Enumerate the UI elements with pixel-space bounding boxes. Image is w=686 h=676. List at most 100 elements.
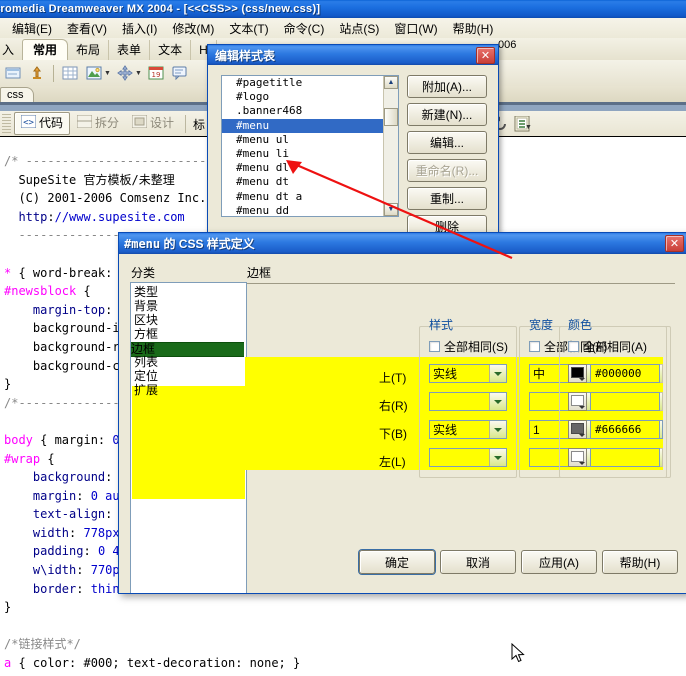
chevron-down-icon[interactable]: ▼ — [135, 70, 142, 77]
split-icon — [76, 114, 93, 132]
border-bottom-color-field[interactable]: #666666 — [590, 420, 660, 439]
menu-item-help[interactable]: 帮助(H) — [446, 19, 501, 38]
color-swatch-chip — [571, 423, 584, 434]
list-item[interactable]: #menu dd — [222, 204, 398, 216]
border-bottom-style-select[interactable]: 实线 — [429, 420, 507, 439]
date-icon[interactable]: 19 — [145, 63, 167, 84]
edit-style-sheet-title: 编辑样式表 — [215, 48, 276, 63]
document-tab-css[interactable]: css — [0, 87, 34, 102]
ok-button[interactable]: 确定 — [359, 550, 435, 574]
list-scrollbar[interactable]: ▲ ▼ — [383, 76, 398, 216]
list-item[interactable]: #pagetitle — [222, 76, 398, 90]
border-left-color-field[interactable] — [590, 448, 660, 467]
width-same-for-all-checkbox[interactable] — [529, 341, 540, 352]
list-item[interactable]: #logo — [222, 90, 398, 104]
media-icon[interactable] — [114, 63, 136, 84]
css-rule-titlebar: #menu 的 CSS 样式定义 ✕ — [119, 233, 686, 254]
image-icon[interactable] — [83, 63, 105, 84]
color-column-title: 颜色 — [568, 318, 593, 332]
apply-button[interactable]: 应用(A) — [521, 550, 597, 574]
style-same-for-all-checkbox[interactable] — [429, 341, 440, 352]
border-top-color-field[interactable]: #000000 — [590, 364, 660, 383]
category-item-block[interactable]: 区块 — [134, 314, 158, 327]
color-same-for-all-row[interactable]: 全部相同(A) — [568, 338, 647, 355]
chevron-up-icon[interactable]: ▲ — [384, 76, 398, 89]
table-icon[interactable] — [59, 63, 81, 84]
insert-tab-text[interactable]: 文本 — [150, 40, 192, 60]
border-right-color-swatch[interactable] — [568, 392, 587, 411]
anchor-icon[interactable] — [26, 63, 48, 84]
repaint-artifact-yellow-left — [132, 386, 245, 499]
menu-item-modify[interactable]: 修改(M) — [165, 19, 221, 38]
category-item-background[interactable]: 背景 — [134, 300, 158, 313]
list-item[interactable]: #menu dt — [222, 175, 398, 189]
list-item[interactable]: #menu dt a — [222, 190, 398, 204]
side-label-top: 上(T) — [379, 371, 407, 385]
close-icon[interactable]: ✕ — [665, 235, 684, 252]
chevron-down-icon[interactable] — [489, 449, 506, 466]
list-item[interactable]: .banner468 — [222, 104, 398, 118]
style-same-for-all-label: 全部相同(S) — [444, 340, 508, 354]
insert-tab-common[interactable]: 常用 — [22, 39, 69, 60]
view-button-code[interactable]: <> 代码 — [14, 112, 71, 135]
chevron-down-icon[interactable]: ▼ — [525, 124, 532, 131]
window-title: cromedia Dreamweaver MX 2004 - [<<CSS>> … — [0, 3, 321, 15]
toolbar-grip[interactable] — [2, 114, 11, 133]
attach-button[interactable]: 附加(A)... — [407, 75, 487, 98]
border-left-color-swatch[interactable] — [568, 448, 587, 467]
menu-item-file[interactable]: ( — [0, 20, 4, 36]
border-top-style-select[interactable]: 实线 — [429, 364, 507, 383]
menu-item-view[interactable]: 查看(V) — [60, 19, 114, 38]
view-button-design-label: 设计 — [150, 116, 175, 130]
chevron-down-icon[interactable] — [489, 393, 506, 410]
list-item[interactable]: #menu dl — [222, 161, 398, 175]
hyperlink-icon[interactable] — [2, 63, 24, 84]
list-item[interactable]: #menu li — [222, 147, 398, 161]
cancel-button[interactable]: 取消 — [440, 550, 516, 574]
menu-item-text[interactable]: 文本(T) — [222, 19, 275, 38]
color-swatch-chip — [571, 451, 584, 462]
chevron-down-icon[interactable] — [489, 365, 506, 382]
category-item-extensions[interactable]: 扩展 — [134, 384, 158, 397]
view-button-design[interactable]: 设计 — [126, 113, 180, 134]
border-bottom-color-swatch[interactable] — [568, 420, 587, 439]
list-item-selected[interactable]: #menu — [222, 118, 398, 133]
view-button-split[interactable]: 拆分 — [71, 113, 125, 134]
category-item-list[interactable]: 列表 — [134, 356, 158, 369]
help-button[interactable]: 帮助(H) — [602, 550, 678, 574]
width-column-title: 宽度 — [529, 318, 554, 332]
scrollbar-thumb[interactable] — [384, 108, 398, 126]
new-button[interactable]: 新建(N)... — [407, 103, 487, 126]
duplicate-button[interactable]: 重制... — [407, 187, 487, 210]
menu-item-window[interactable]: 窗口(W) — [387, 19, 444, 38]
menu-item-edit[interactable]: 编辑(E) — [5, 19, 59, 38]
list-item[interactable]: #menu ul — [222, 133, 398, 147]
color-column: 颜色 全部相同(A) #000000 #666666 — [558, 316, 667, 478]
border-right-color-field[interactable] — [590, 392, 660, 411]
category-item-positioning[interactable]: 定位 — [134, 370, 158, 383]
document-title-label: 标 — [193, 118, 206, 132]
chevron-down-icon — [579, 406, 585, 409]
category-list[interactable]: 类型 背景 区块 方框 边框 列表 定位 扩展 — [130, 282, 247, 593]
window-titlebar: cromedia Dreamweaver MX 2004 - [<<CSS>> … — [0, 0, 686, 18]
color-same-for-all-checkbox[interactable] — [568, 341, 579, 352]
close-icon[interactable]: ✕ — [476, 46, 495, 64]
border-left-style-select[interactable] — [429, 448, 507, 467]
color-swatch-chip — [571, 395, 584, 406]
chevron-down-icon[interactable]: ▼ — [384, 203, 398, 216]
chevron-down-icon[interactable]: ▼ — [104, 70, 111, 77]
stylesheet-selector-list[interactable]: #pagetitle #logo .banner468 #menu #menu … — [221, 75, 399, 217]
insert-tab-forms[interactable]: 表单 — [109, 40, 151, 60]
border-right-style-select[interactable] — [429, 392, 507, 411]
edit-button[interactable]: 编辑... — [407, 131, 487, 154]
style-same-for-all-row[interactable]: 全部相同(S) — [429, 338, 508, 355]
menu-item-site[interactable]: 站点(S) — [332, 19, 386, 38]
border-top-color-swatch[interactable] — [568, 364, 587, 383]
menu-item-insert[interactable]: 插入(I) — [115, 19, 164, 38]
category-item-box[interactable]: 方框 — [134, 328, 158, 341]
category-item-type[interactable]: 类型 — [134, 286, 158, 299]
comment-icon[interactable] — [169, 63, 191, 84]
menu-item-commands[interactable]: 命令(C) — [277, 19, 332, 38]
chevron-down-icon[interactable] — [489, 421, 506, 438]
insert-tab-layout[interactable]: 布局 — [68, 40, 110, 60]
